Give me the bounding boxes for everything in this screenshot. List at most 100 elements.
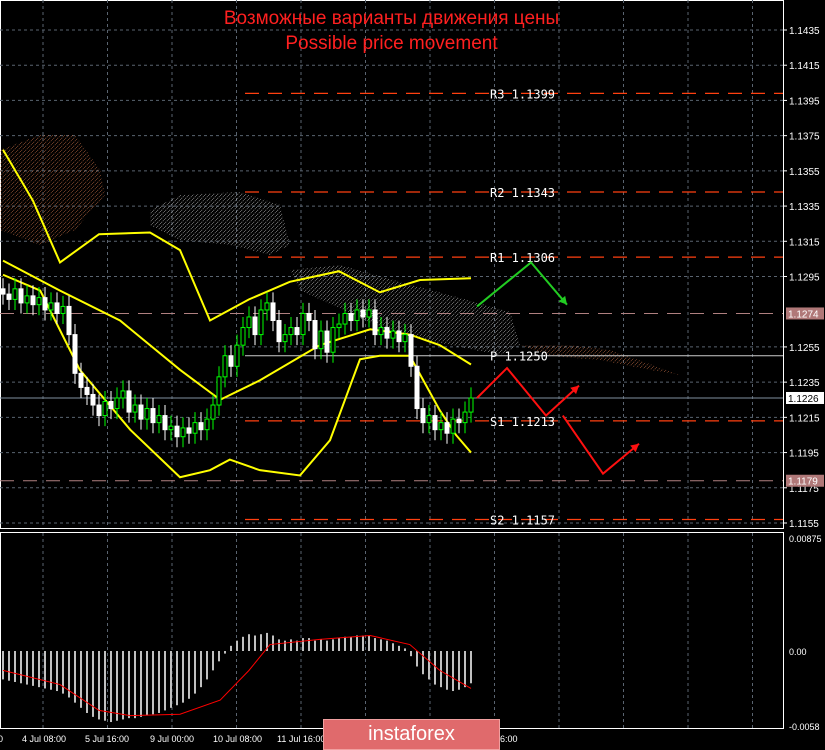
candle [378,327,384,336]
macd-bar [224,651,226,654]
candle [96,404,102,417]
macd-bar [398,645,400,651]
macd-bar [86,651,88,713]
candle [90,393,96,406]
macd-bar [452,651,454,692]
candle [414,365,420,410]
macd-bar [158,651,160,713]
price-tick-label: 1.1155 [789,519,819,530]
price-tick-label: 1.1415 [789,61,820,72]
price-tick-label: 1.1235 [789,378,820,389]
macd-bar [98,651,100,720]
macd-bar [206,651,208,680]
price-axis: 1.1435 1.1415 1.1395 1.1375 1.1355 1.1335 1.13… [783,26,824,732]
time-label: 6:00 [500,734,518,744]
macd-bar [302,638,304,651]
scenario-arrow-down [476,366,580,418]
chart-title-en: Possible price movement [285,33,498,54]
candle [342,312,348,325]
candle [222,355,228,378]
candle [198,422,204,431]
macd-bar [176,651,178,706]
price-tick-label: 1.1315 [789,237,820,248]
pivot-label: R2 1.1343 [490,186,555,200]
candle [444,422,450,434]
candle [228,355,234,367]
candle [390,330,396,339]
macd-bar [260,634,262,651]
candle [336,323,342,329]
macd-bar [464,651,466,688]
price-tick-label: 1.1195 [789,449,819,460]
macd-bar [8,651,10,681]
candle [372,309,378,336]
price-chart[interactable]: R3 1.1399 R2 1.1343 R1 1.1306 P 1.1250 S1 1.… [0,0,825,750]
macd-bar [164,651,166,711]
candle [426,415,432,424]
candle [360,309,366,318]
macd-bar [428,651,430,680]
macd-bar [56,651,58,692]
price-marker-label: 1.1179 [788,477,818,488]
macd-bar [188,651,190,699]
price-tick-label: 1.1395 [789,96,820,107]
candle [396,330,402,343]
macd-bar [392,643,394,651]
macd-bar [122,651,124,720]
candle [216,376,222,406]
candle [264,302,270,311]
candle [300,312,306,336]
macd-bar [182,651,184,703]
macd-bar [2,651,4,680]
candle [450,418,456,434]
macd-bar [320,639,322,651]
candle [204,418,210,431]
candle [366,309,372,318]
time-label: 5 Jul 16:00 [85,734,129,744]
macd-bar [446,651,448,690]
macd-bar [26,651,28,685]
candle [420,408,426,424]
time-label: 4 Jul 08:00 [22,734,66,744]
candle [468,397,474,413]
candle [210,404,216,420]
price-tick-label: 1.1255 [789,343,820,354]
macd-bar [128,651,130,719]
candle [282,334,288,343]
macd-bar [212,651,214,671]
macd-bar [290,639,292,651]
candle [384,327,390,339]
candle [246,316,252,329]
candle [144,408,150,420]
macd-bar [236,640,238,651]
candle [150,408,156,424]
candle [54,302,60,314]
macd-bar [38,651,40,688]
pivot-label: R3 1.1399 [490,87,555,101]
candle [438,422,444,431]
price-tick-label: 1.1295 [789,272,820,283]
candle [162,415,168,431]
macd-bar [362,635,364,651]
macd-bar [134,651,136,719]
macd-bar [140,651,142,717]
candle [174,425,180,438]
candle [456,418,462,424]
candle [6,293,12,300]
candle [108,401,114,410]
macd-bar [200,651,202,688]
macd-bar [110,651,112,723]
candle [258,309,264,336]
candle [192,422,198,434]
macd-bar [230,645,232,651]
candle [30,295,36,306]
macd-bar [44,651,46,689]
macd-bar [314,640,316,651]
candle [252,316,258,336]
macd-bar [254,635,256,651]
instaforex-logo: instaforex [323,719,500,750]
time-label: 11 Jul 16:00 [277,734,325,744]
candle [78,372,84,388]
candle [408,334,414,367]
macd-bar [350,636,352,651]
